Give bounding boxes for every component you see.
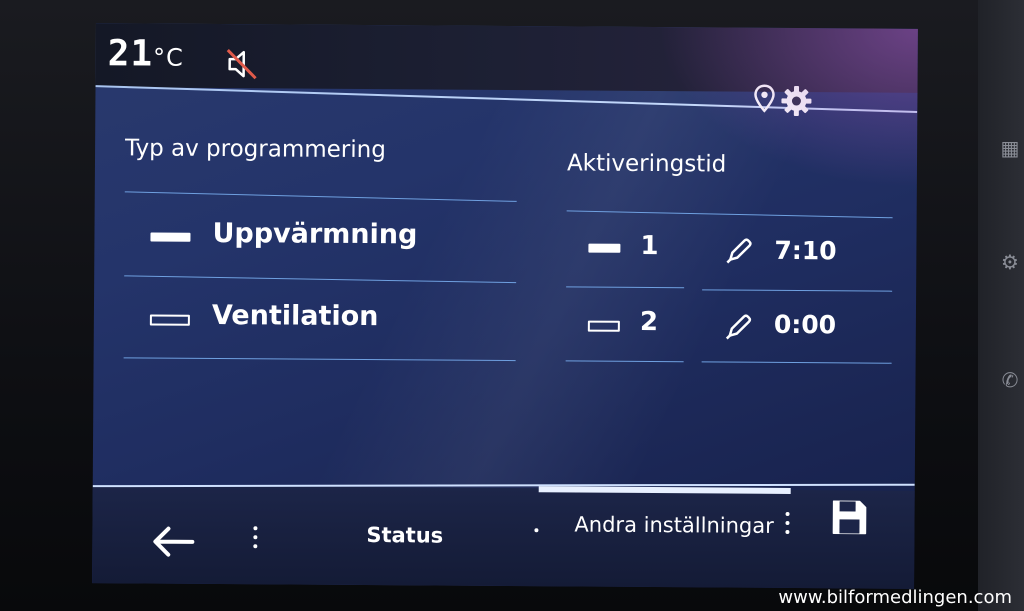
timer-1-index: 1 — [640, 230, 659, 262]
timer-2-index: 2 — [639, 306, 659, 338]
heating-swatch — [150, 232, 191, 242]
right-header-divider — [566, 210, 893, 219]
bezel-side-panel: ▦ ⚙ ✆ — [978, 0, 1024, 611]
speaker-muted-icon[interactable] — [224, 46, 260, 82]
phone-icon[interactable]: ✆ — [1000, 368, 1020, 392]
timer-1-swatch — [588, 243, 621, 253]
temperature-value: 21 — [107, 33, 154, 75]
temperature-readout: 21°C — [108, 33, 184, 75]
more-vertical-icon[interactable] — [252, 526, 258, 552]
grid-icon[interactable]: ▦ — [1000, 136, 1020, 160]
website-watermark: www.bilformedlingen.com — [778, 587, 1012, 608]
timer-2-swatch — [587, 320, 620, 332]
heating-label: Uppvärmning — [212, 217, 418, 251]
right-bottom-divider-a — [565, 360, 684, 363]
ventilation-swatch — [149, 314, 190, 326]
tab-other-settings[interactable]: Andra inställningar — [574, 512, 773, 537]
side-gear-icon[interactable]: ⚙ — [1000, 250, 1020, 274]
more-vertical-icon[interactable] — [784, 511, 790, 538]
tab-separator-dot — [534, 528, 539, 533]
floppy-disk-icon[interactable] — [830, 498, 868, 536]
bottom-navigation-bar — [92, 485, 915, 589]
status-bar: 21°C — [95, 23, 918, 93]
location-pin-icon[interactable] — [753, 84, 775, 114]
left-row-divider — [124, 275, 517, 284]
left-bottom-divider — [123, 357, 516, 362]
ventilation-label: Ventilation — [211, 299, 379, 333]
right-row-divider-a — [566, 286, 685, 289]
right-bottom-divider-b — [701, 361, 892, 364]
temperature-unit: °C — [152, 43, 184, 72]
gear-icon[interactable] — [779, 84, 813, 118]
back-arrow-icon[interactable] — [150, 524, 196, 560]
timer-1-time[interactable]: 7:10 — [774, 236, 836, 265]
pencil-icon[interactable] — [724, 236, 754, 266]
activation-time-header: Aktiveringstid — [566, 150, 727, 178]
pencil-icon[interactable] — [724, 312, 754, 342]
bottom-bar-divider — [92, 483, 915, 488]
timer-2-time[interactable]: 0:00 — [774, 310, 836, 339]
right-row-divider-b — [702, 289, 893, 292]
left-header-divider — [124, 191, 517, 202]
tab-status[interactable]: Status — [366, 523, 443, 548]
infotainment-screen: 21°C Typ av programmering Uppvärmning Ve… — [92, 23, 918, 589]
programming-type-header: Typ av programmering — [125, 135, 386, 164]
